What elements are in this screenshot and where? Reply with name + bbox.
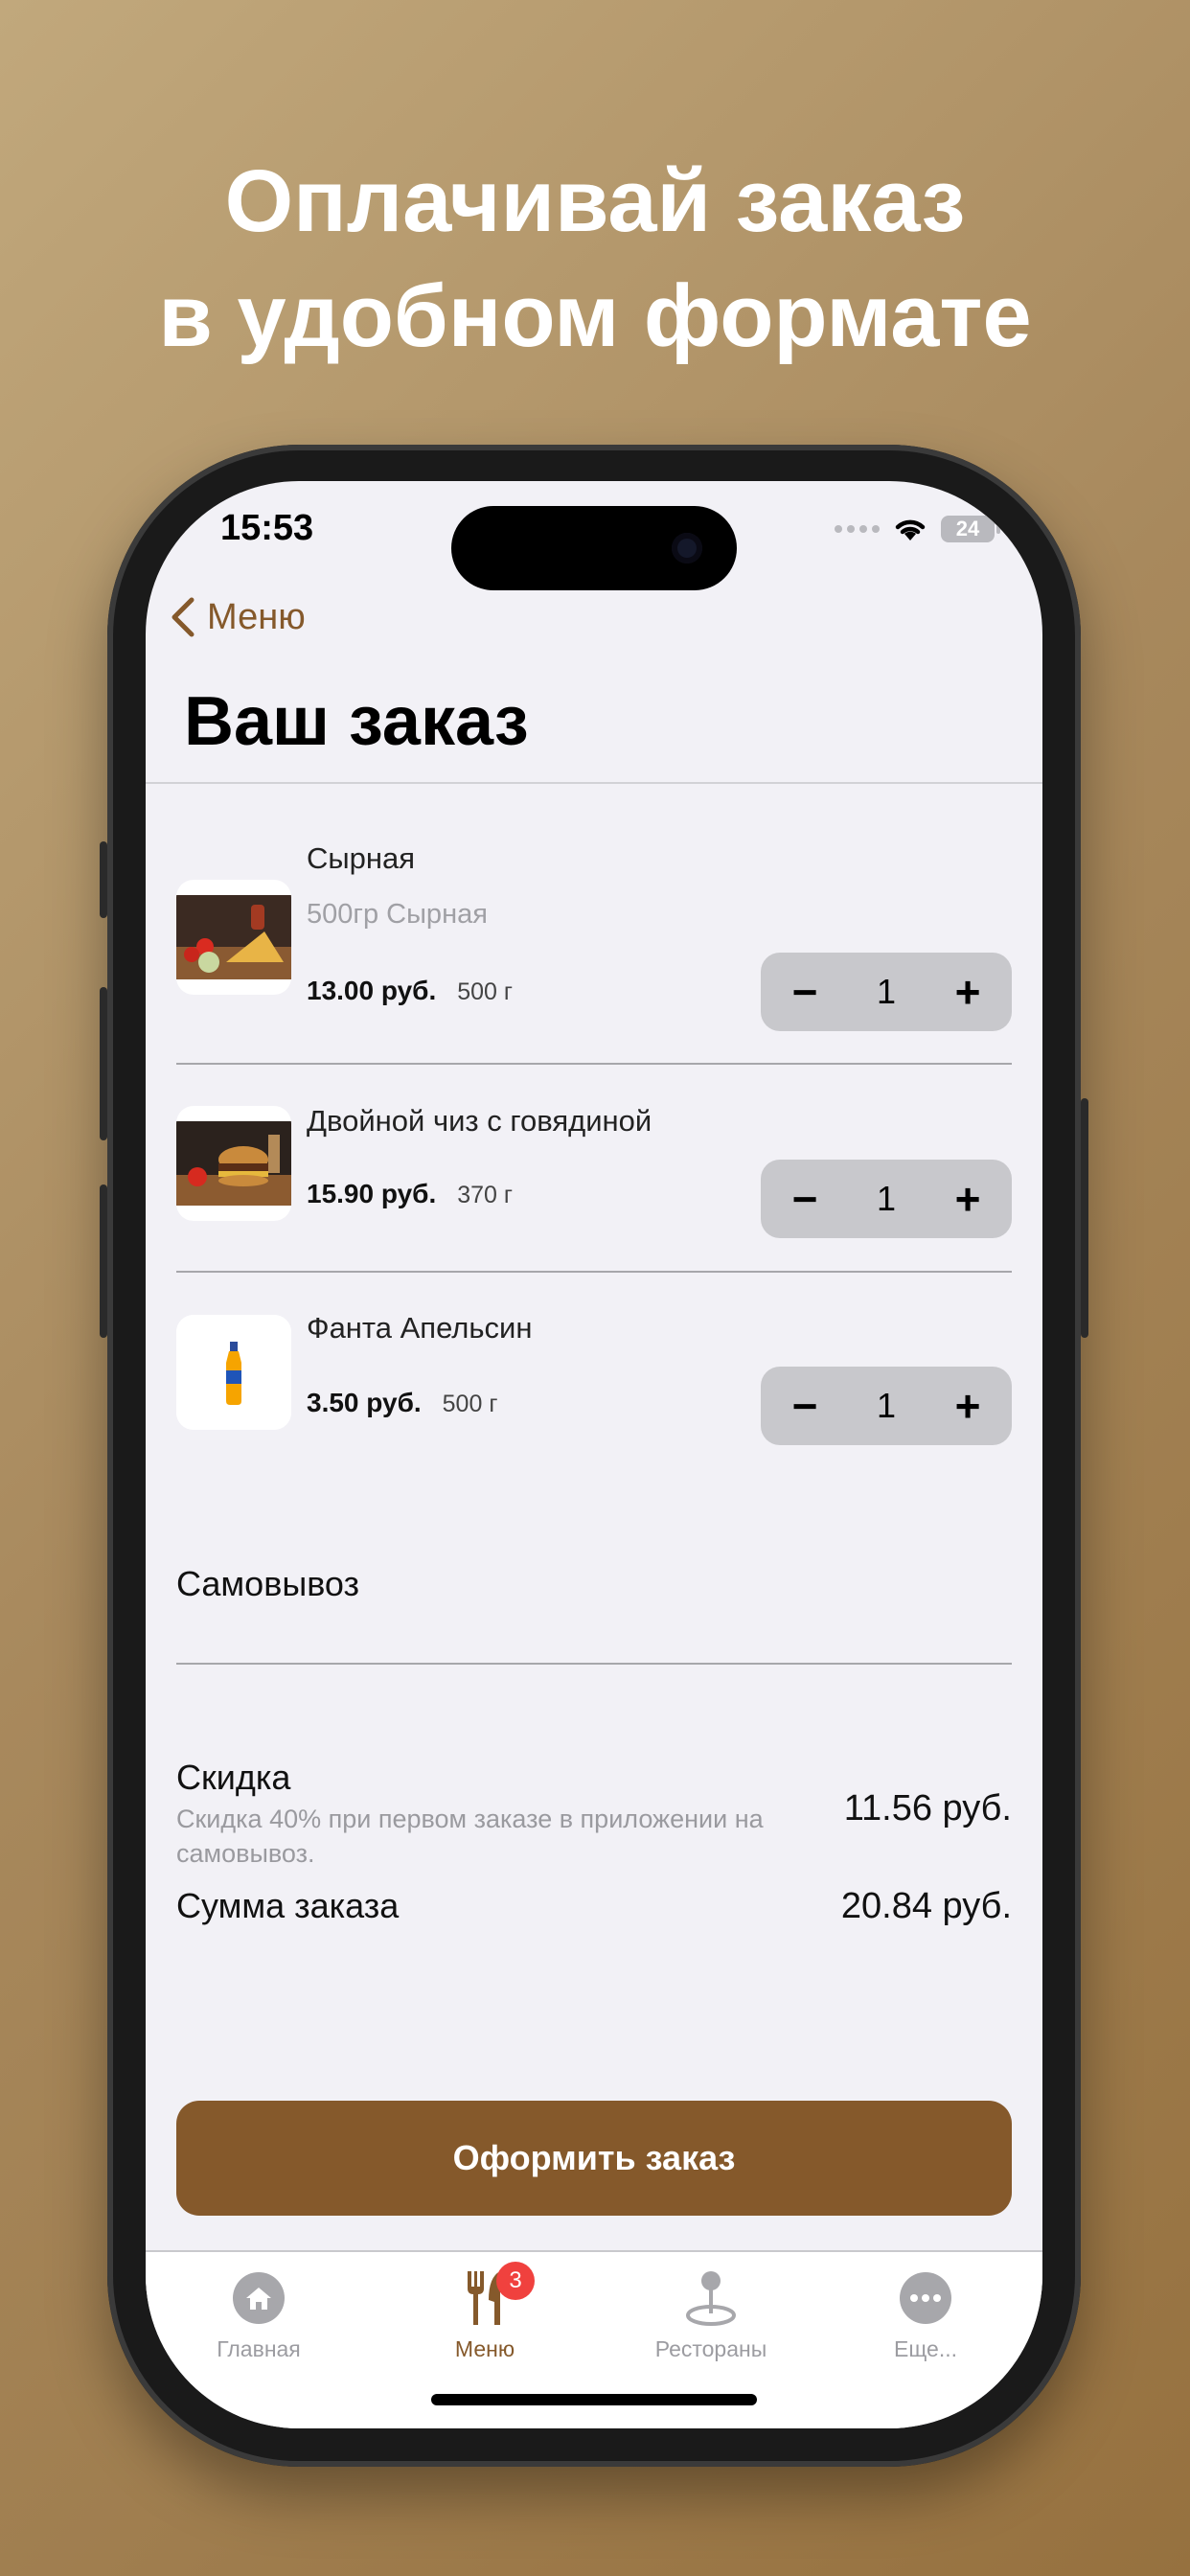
decrease-button[interactable]: −	[786, 1384, 824, 1428]
item-name: Сырная	[307, 841, 416, 875]
status-time: 15:53	[220, 508, 314, 548]
item-image-cheese-pizza	[176, 880, 291, 995]
dynamic-island	[451, 506, 737, 590]
tab-label: Еще...	[894, 2336, 957, 2361]
total-value: 20.84 руб.	[840, 1886, 1012, 1926]
decrease-button[interactable]: −	[786, 970, 824, 1014]
signal-dots-icon	[835, 525, 880, 533]
home-indicator[interactable]	[431, 2394, 757, 2405]
discount-value: 11.56 руб.	[843, 1788, 1012, 1828]
item-name: Двойной чиз с говядиной	[307, 1104, 652, 1138]
item-divider	[176, 1271, 1012, 1273]
status-indicators: 24	[835, 516, 1000, 542]
item-weight: 500 г	[442, 1391, 498, 1417]
map-pin-icon	[686, 2271, 736, 2326]
decrease-button[interactable]: −	[786, 1177, 824, 1221]
cart-count-badge: 3	[496, 2262, 535, 2300]
item-price: 15.90 руб.	[307, 1179, 437, 1208]
discount-label: Скидка	[176, 1758, 291, 1797]
quantity-stepper: − 1 +	[761, 1160, 1012, 1238]
discount-note: Скидка 40% при первом заказе в приложени…	[176, 1805, 764, 1868]
more-icon	[900, 2272, 951, 2324]
cart-item: Фанта Апельсин 3.50 руб. 500 г − 1 +	[176, 1301, 1012, 1455]
tab-label: Рестораны	[654, 2336, 767, 2361]
item-image-burger	[176, 1106, 291, 1221]
item-description: 500гр Сырная	[307, 899, 488, 930]
item-price-line: 15.90 руб. 370 г	[307, 1179, 513, 1209]
item-price-line: 13.00 руб. 500 г	[307, 976, 513, 1006]
battery-icon: 24	[941, 516, 1000, 542]
tab-home[interactable]: Главная	[182, 2266, 335, 2362]
item-image-fanta	[176, 1315, 291, 1430]
page-title: Ваш заказ	[184, 683, 529, 760]
promo-headline: Оплачивай заказ в удобном формате	[0, 144, 1190, 374]
back-button-label: Меню	[207, 596, 306, 637]
tab-label: Меню	[454, 2336, 515, 2361]
title-divider	[146, 782, 1042, 784]
item-name: Фанта Апельсин	[307, 1311, 533, 1345]
quantity-value: 1	[876, 972, 897, 1011]
tab-label: Главная	[217, 2336, 301, 2361]
item-price: 13.00 руб.	[307, 976, 437, 1005]
total-label: Сумма заказа	[176, 1886, 400, 1925]
item-divider	[176, 1063, 1012, 1065]
item-price-line: 3.50 руб. 500 г	[307, 1388, 497, 1418]
home-icon	[233, 2272, 285, 2324]
quantity-value: 1	[876, 1179, 897, 1218]
burger-image	[176, 1121, 291, 1206]
delivery-divider	[176, 1663, 1012, 1665]
back-button[interactable]: Меню	[169, 596, 306, 638]
wifi-icon	[895, 519, 926, 540]
cart-item: Двойной чиз с говядиной 15.90 руб. 370 г…	[176, 1094, 1012, 1248]
item-price: 3.50 руб.	[307, 1388, 422, 1417]
phone-volume-down-button	[100, 1184, 107, 1338]
increase-button[interactable]: +	[949, 970, 987, 1014]
promo-line-1: Оплачивай заказ	[224, 152, 966, 250]
tab-restaurants[interactable]: Рестораны	[634, 2266, 788, 2362]
delivery-method[interactable]: Самовывоз	[176, 1564, 359, 1604]
fanta-bottle-image	[176, 1315, 291, 1430]
phone-action-button	[100, 841, 107, 918]
checkout-button[interactable]: Оформить заказ	[176, 2101, 1012, 2216]
increase-button[interactable]: +	[949, 1177, 987, 1221]
promo-line-2: в удобном формате	[158, 267, 1032, 365]
item-weight: 370 г	[457, 1182, 514, 1208]
phone-volume-up-button	[100, 987, 107, 1140]
tab-menu[interactable]: 3 Меню	[408, 2262, 561, 2362]
cart-item: Сырная 500гр Сырная 13.00 руб. 500 г − 1…	[176, 832, 1012, 1031]
item-weight: 500 г	[457, 978, 514, 1005]
chevron-left-icon	[172, 597, 195, 637]
tab-more[interactable]: Еще...	[849, 2266, 1002, 2362]
camera-lens	[672, 533, 702, 564]
phone-power-button	[1081, 1098, 1088, 1338]
cheese-pizza-image	[176, 895, 291, 979]
increase-button[interactable]: +	[949, 1384, 987, 1428]
phone-screen: 15:53 24 Меню Ваш заказ Сырная 500гр Сыр…	[146, 481, 1042, 2428]
quantity-value: 1	[876, 1386, 897, 1425]
quantity-stepper: − 1 +	[761, 1367, 1012, 1445]
quantity-stepper: − 1 +	[761, 953, 1012, 1031]
